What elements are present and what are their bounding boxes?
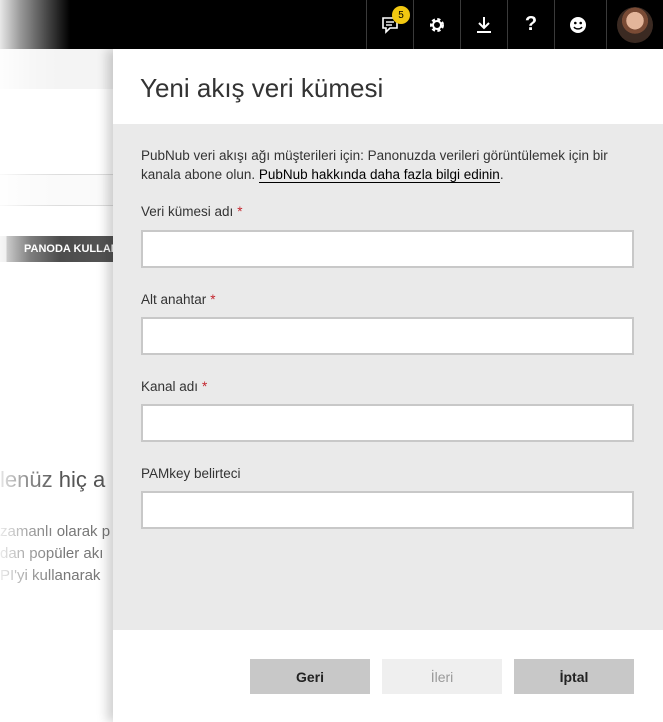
dataset-name-input[interactable] bbox=[141, 230, 634, 268]
background-text-line: dan popüler akı bbox=[0, 545, 104, 562]
avatar bbox=[617, 6, 653, 43]
background-input-strip bbox=[0, 174, 113, 206]
sub-key-input[interactable] bbox=[141, 317, 634, 355]
pamkey-token-label: PAMkey belirteci bbox=[141, 466, 241, 481]
background-page: PANODA KULLAN lenüz hiç a zamanlı olarak… bbox=[0, 49, 113, 722]
top-bar: 5 ? bbox=[0, 0, 663, 49]
dataset-name-label: Veri kümesi adı * bbox=[141, 204, 243, 219]
sub-key-label: Alt anahtar * bbox=[141, 292, 216, 307]
panel-description: PubNub veri akışı ağı müşterileri için: … bbox=[141, 148, 608, 183]
next-button[interactable]: İleri bbox=[382, 659, 502, 694]
help-icon: ? bbox=[524, 13, 538, 35]
feedback-button[interactable] bbox=[554, 0, 601, 49]
notifications-button[interactable]: 5 bbox=[366, 0, 413, 49]
smiley-icon bbox=[570, 16, 586, 33]
download-icon bbox=[477, 16, 491, 33]
background-text-line: PI'yi kullanarak bbox=[0, 567, 101, 584]
new-streaming-dataset-panel: Yeni akış veri kümesi PubNub veri akışı … bbox=[113, 49, 663, 722]
pamkey-token-input[interactable] bbox=[141, 491, 634, 529]
learn-more-link[interactable]: PubNub hakkında daha fazla bilgi edinin bbox=[258, 167, 500, 183]
cancel-button[interactable]: İptal bbox=[514, 659, 634, 694]
download-button[interactable] bbox=[460, 0, 507, 49]
settings-button[interactable] bbox=[413, 0, 460, 49]
notification-count-badge: 5 bbox=[392, 6, 410, 24]
panel-footer: Geri İleri İptal bbox=[113, 630, 663, 722]
profile-button[interactable] bbox=[606, 0, 663, 49]
panel-title: Yeni akış veri kümesi bbox=[140, 73, 384, 103]
channel-name-input[interactable] bbox=[141, 404, 634, 442]
background-header-strip bbox=[0, 49, 113, 89]
gear-icon bbox=[430, 17, 444, 32]
background-tab: PANODA KULLAN bbox=[0, 236, 113, 262]
panel-form: PubNub veri akışı ağı müşterileri için: … bbox=[113, 124, 663, 630]
background-text-line: zamanlı olarak p bbox=[0, 523, 111, 540]
channel-name-label: Kanal adı * bbox=[141, 379, 208, 394]
background-heading: lenüz hiç a bbox=[0, 467, 106, 492]
help-button[interactable]: ? bbox=[507, 0, 554, 49]
back-button[interactable]: Geri bbox=[250, 659, 370, 694]
